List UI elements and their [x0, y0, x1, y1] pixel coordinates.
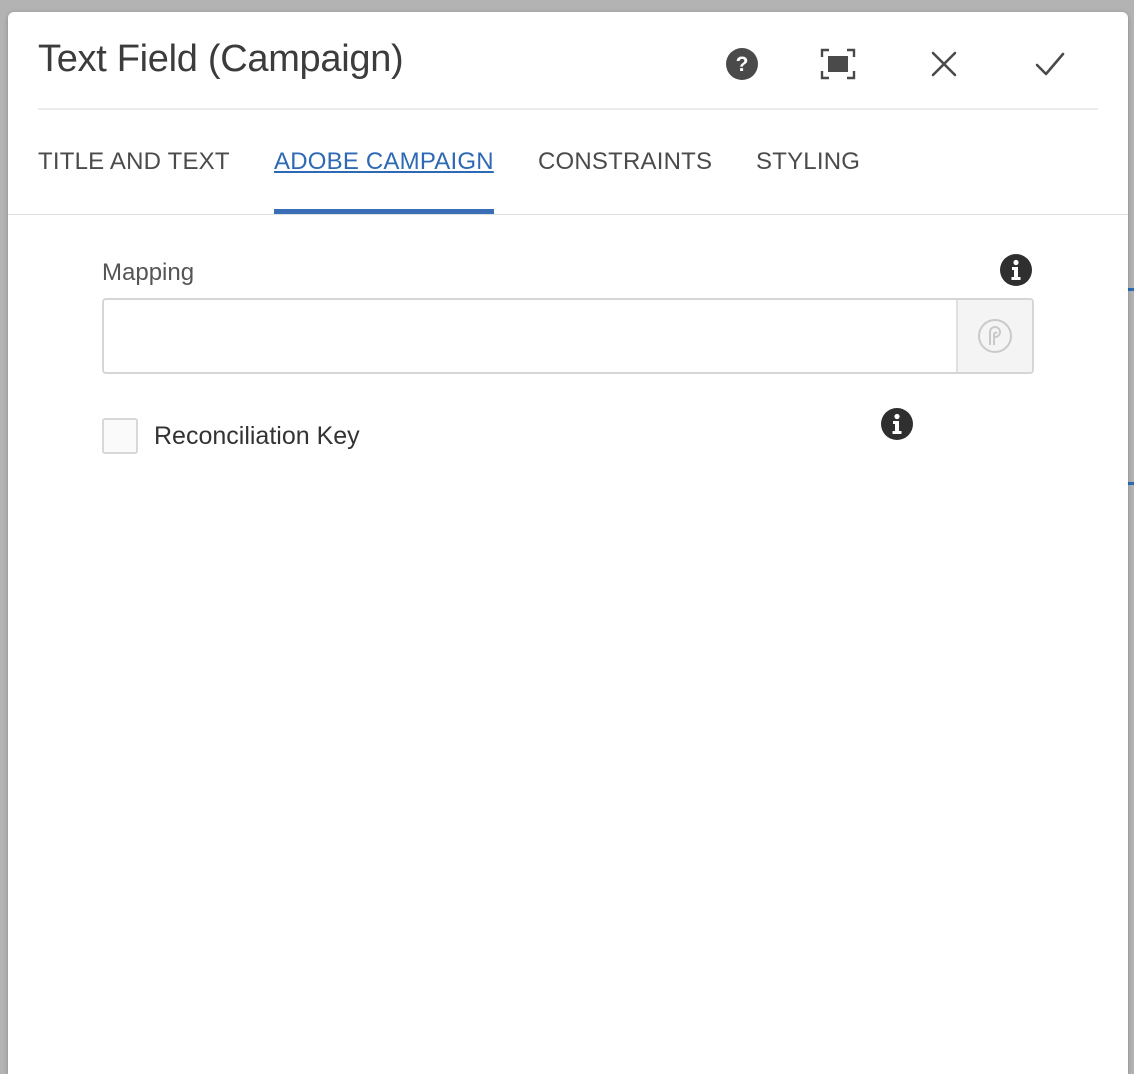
field-picker-icon — [978, 319, 1012, 353]
done-button[interactable] — [1028, 42, 1072, 86]
close-button[interactable] — [922, 42, 966, 86]
mapping-picker-button[interactable] — [956, 300, 1032, 372]
help-icon: ? — [726, 48, 758, 80]
tab-styling[interactable]: STYLING — [756, 148, 860, 214]
backdrop-accent-line — [1128, 288, 1134, 291]
close-icon — [931, 51, 957, 77]
fullscreen-button[interactable] — [816, 42, 860, 86]
mapping-input[interactable] — [104, 300, 956, 372]
fullscreen-icon — [820, 48, 856, 80]
dialog-title: Text Field (Campaign) — [38, 38, 404, 80]
dialog-header: Text Field (Campaign) ? — [38, 12, 1098, 110]
mapping-label: Mapping — [102, 259, 195, 286]
reconciliation-key-label[interactable]: Reconciliation Key — [154, 422, 360, 451]
help-button[interactable]: ? — [720, 42, 764, 86]
tab-title-and-text[interactable]: TITLE AND TEXT — [38, 148, 230, 214]
reconciliation-key-checkbox[interactable] — [102, 418, 138, 454]
tab-bar: TITLE AND TEXT ADOBE CAMPAIGN CONSTRAINT… — [8, 110, 1128, 215]
checkmark-icon — [1035, 52, 1065, 76]
info-icon[interactable] — [880, 407, 914, 441]
mapping-field — [102, 298, 1034, 374]
svg-text:?: ? — [736, 53, 749, 76]
info-icon[interactable] — [999, 253, 1033, 287]
tab-adobe-campaign[interactable]: ADOBE CAMPAIGN — [274, 148, 494, 214]
tab-constraints[interactable]: CONSTRAINTS — [538, 148, 712, 214]
backdrop-accent-line — [1128, 482, 1134, 485]
component-dialog: Text Field (Campaign) ? TITLE AND TEXT A… — [8, 12, 1128, 1074]
